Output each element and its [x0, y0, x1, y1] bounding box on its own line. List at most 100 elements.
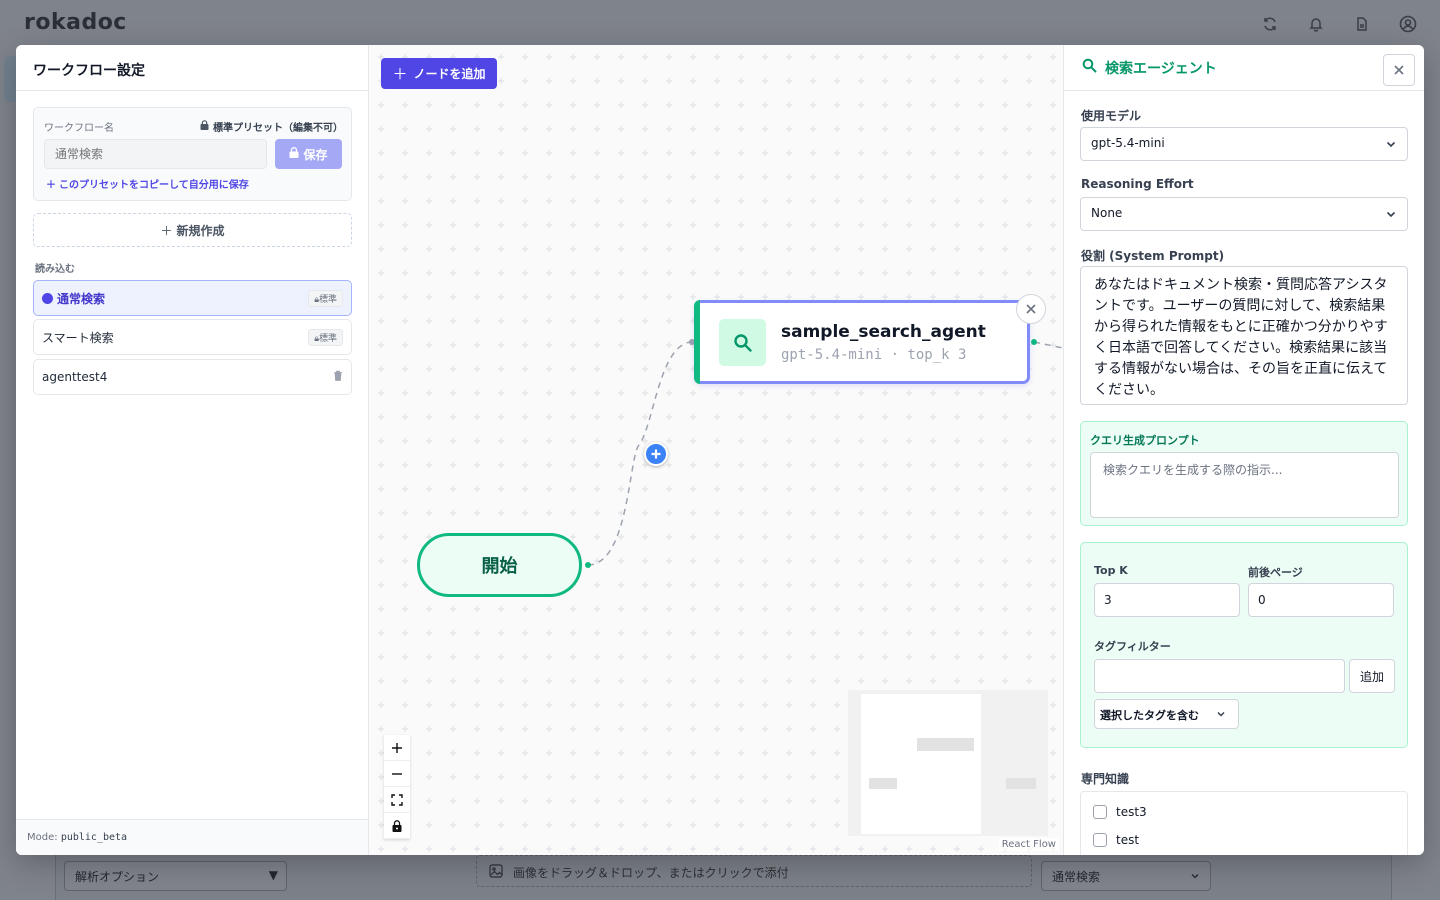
- node-settings-panel: 検索エージェント 使用モデル gpt-5.4-mini Reasoning Ef…: [1063, 45, 1424, 855]
- knowledge-item[interactable]: test: [1093, 833, 1139, 847]
- reasoning-effort-label: Reasoning Effort: [1081, 177, 1194, 191]
- workflow-item-label: 通常検索: [57, 291, 106, 306]
- app-header: rokadoc: [0, 0, 1440, 48]
- plus-icon: [651, 449, 661, 459]
- node-settings-title: 検索エージェント: [1105, 60, 1217, 77]
- react-flow-attribution[interactable]: React Flow: [998, 838, 1059, 851]
- copy-preset-label: このプリセットをコピーして自分用に保存: [59, 180, 249, 191]
- fit-view-icon: [391, 793, 403, 806]
- knowledge-list: test3 test: [1080, 791, 1408, 855]
- minimap[interactable]: [848, 690, 1048, 836]
- system-prompt-label: 役割 (System Prompt): [1081, 249, 1225, 263]
- handle-start-out: [585, 562, 591, 568]
- preset-note-text: 標準プリセット（編集不可）: [213, 123, 343, 134]
- workflow-sidebar: ワークフロー設定 ワークフロー名 標準プリセット（編集不可） 保存 ＋このプリセ…: [16, 45, 369, 855]
- plus-icon: ＋: [392, 65, 408, 83]
- minimap-viewport: [861, 694, 981, 834]
- standard-badge: 🔒︎標準: [308, 289, 343, 307]
- plus-icon: ＋: [46, 180, 56, 191]
- tag-mode-select[interactable]: 選択したタグを含む: [1094, 699, 1239, 729]
- image-drop-label: 画像をドラッグ＆ドロップ、またはクリックで添付: [513, 866, 789, 880]
- reasoning-effort-value: None: [1091, 206, 1123, 220]
- workflow-name-label: ワークフロー名: [44, 123, 114, 134]
- search-params-section: Top K 3 前後ページ 0 タグフィルター 追加 選択したタグを含む: [1080, 542, 1408, 748]
- new-workflow-button[interactable]: ＋ 新規作成: [33, 213, 352, 247]
- header-icons: [1260, 14, 1418, 34]
- tag-filter-input[interactable]: [1094, 659, 1345, 693]
- refresh-icon[interactable]: [1260, 14, 1280, 34]
- agent-node-subtitle: gpt-5.4-mini · top_k 3: [781, 347, 967, 363]
- new-workflow-label: 新規作成: [176, 223, 225, 238]
- background-sidebar-tab: [4, 56, 16, 102]
- mode-label: Mode:: [27, 832, 58, 843]
- add-tag-button[interactable]: 追加: [1349, 659, 1395, 693]
- search-mode-label: 通常検索: [1052, 870, 1101, 884]
- chevron-down-icon: [1216, 709, 1226, 722]
- workflow-canvas[interactable]: ＋ ノードを追加 開始 sample_search_agent gpt-5.4-…: [369, 45, 1063, 855]
- image-drop-zone[interactable]: 画像をドラッグ＆ドロップ、またはクリックで添付: [476, 855, 1032, 887]
- surrounding-pages-label: 前後ページ: [1248, 566, 1303, 579]
- topk-label: Top K: [1094, 564, 1128, 577]
- workflow-item-label: agenttest4: [42, 370, 108, 384]
- workflow-settings-modal: ワークフロー設定 ワークフロー名 標準プリセット（編集不可） 保存 ＋このプリセ…: [16, 45, 1424, 855]
- topk-input[interactable]: 3: [1094, 583, 1240, 617]
- lock-toggle-button[interactable]: [384, 813, 410, 839]
- mode-indicator: Mode: public_beta: [16, 819, 368, 855]
- add-node-label: ノードを追加: [413, 67, 486, 81]
- minimap-node: [869, 778, 897, 789]
- tag-filter-label: タグフィルター: [1094, 640, 1171, 653]
- search-icon: [1082, 58, 1097, 77]
- start-node[interactable]: 開始: [417, 533, 582, 597]
- search-agent-node[interactable]: sample_search_agent gpt-5.4-mini · top_k…: [694, 294, 1046, 384]
- active-dot: [42, 292, 53, 304]
- save-label: 保存: [303, 147, 328, 162]
- surrounding-pages-input[interactable]: 0: [1248, 583, 1394, 617]
- lock-icon: [289, 147, 299, 161]
- handle-agent-out: [1031, 339, 1037, 345]
- workflow-item-smart-search[interactable]: スマート検索 🔒︎標準: [33, 319, 352, 355]
- fit-view-button[interactable]: [384, 787, 410, 813]
- save-button[interactable]: 保存: [275, 139, 342, 169]
- minimap-node: [1006, 778, 1036, 789]
- close-panel-button[interactable]: [1383, 54, 1415, 86]
- zoom-in-button[interactable]: [384, 735, 410, 761]
- analysis-option-select[interactable]: 解析オプション ▼: [64, 861, 287, 891]
- query-prompt-textarea[interactable]: 検索クエリを生成する際の指示...: [1090, 452, 1399, 518]
- search-mode-select[interactable]: 通常検索: [1041, 861, 1211, 891]
- mode-value: public_beta: [60, 832, 128, 843]
- workflow-item-agenttest4[interactable]: agenttest4: [33, 359, 352, 395]
- checkbox[interactable]: [1093, 833, 1107, 847]
- zoom-controls: [384, 735, 410, 839]
- workflow-item-normal-search[interactable]: 通常検索 🔒︎標準: [33, 280, 352, 316]
- search-icon: [719, 319, 766, 366]
- copy-preset-link[interactable]: ＋このプリセットをコピーして自分用に保存: [46, 176, 249, 191]
- chevron-down-icon: [1385, 138, 1397, 153]
- add-node-button[interactable]: ＋ ノードを追加: [381, 58, 497, 89]
- trash-icon[interactable]: [333, 370, 343, 384]
- preset-note: 標準プリセット（編集不可）: [200, 119, 343, 134]
- zoom-out-button[interactable]: [384, 761, 410, 787]
- model-select[interactable]: gpt-5.4-mini: [1080, 127, 1408, 161]
- chevron-down-icon: [1385, 208, 1397, 223]
- start-node-label: 開始: [481, 556, 518, 577]
- workflow-name-input[interactable]: [44, 139, 267, 169]
- checkbox[interactable]: [1093, 805, 1107, 819]
- delete-node-button[interactable]: [1016, 294, 1046, 324]
- model-value: gpt-5.4-mini: [1091, 136, 1165, 150]
- query-prompt-section: クエリ生成プロンプト 検索クエリを生成する際の指示...: [1080, 421, 1408, 526]
- knowledge-item[interactable]: test3: [1093, 805, 1147, 819]
- chevron-down-icon: [1190, 870, 1200, 884]
- image-icon: [489, 864, 503, 881]
- plus-icon: [392, 742, 402, 753]
- knowledge-label: 専門知識: [1081, 772, 1130, 786]
- workflow-name-card: ワークフロー名 標準プリセット（編集不可） 保存 ＋このプリセットをコピーして自…: [33, 107, 352, 201]
- account-icon[interactable]: [1398, 14, 1418, 34]
- system-prompt-textarea[interactable]: あなたはドキュメント検索・質問応答アシスタントです。ユーザーの質問に対して、検索…: [1080, 266, 1408, 405]
- tag-mode-value: 選択したタグを含む: [1100, 709, 1199, 722]
- minus-icon: [392, 772, 402, 775]
- reasoning-effort-select[interactable]: None: [1080, 197, 1408, 231]
- insert-node-button[interactable]: [644, 442, 668, 466]
- close-icon: [1026, 304, 1036, 314]
- bell-icon[interactable]: [1306, 14, 1326, 34]
- document-icon[interactable]: [1352, 14, 1372, 34]
